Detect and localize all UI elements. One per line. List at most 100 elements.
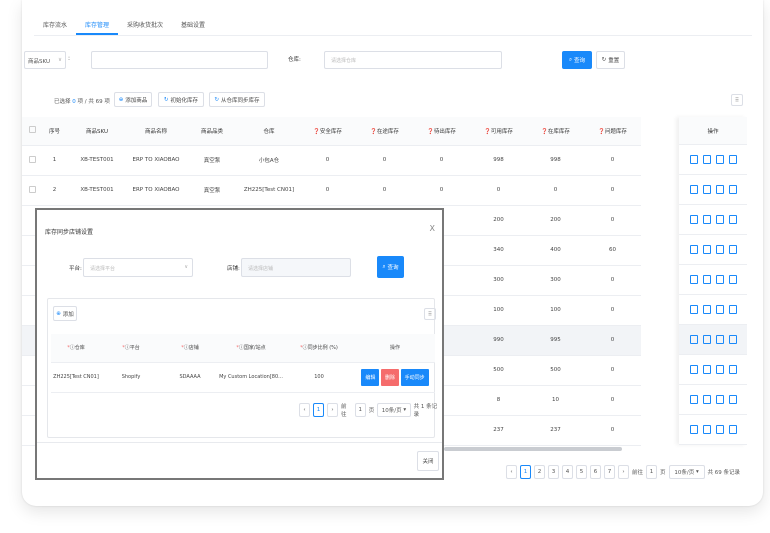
- page-3-button[interactable]: 3: [548, 465, 559, 479]
- chevron-down-icon: ∨: [184, 264, 188, 270]
- document-icon[interactable]: [702, 275, 711, 284]
- row-checkbox[interactable]: [22, 175, 42, 206]
- sync-stock-button[interactable]: ↻ 从仓库同步库存: [209, 92, 265, 107]
- dialog-pagination: ‹ 1 › 前往 1 页 10条/页 ▾ 共 1 条记录: [299, 402, 442, 418]
- page-7-button[interactable]: 7: [604, 465, 615, 479]
- copy-icon[interactable]: [728, 215, 737, 224]
- page-5-button[interactable]: 5: [576, 465, 587, 479]
- row-checkbox[interactable]: [22, 145, 42, 176]
- document-icon[interactable]: [702, 155, 711, 164]
- table-cell: 237: [527, 415, 584, 446]
- page-4-button[interactable]: 4: [562, 465, 573, 479]
- trash-icon[interactable]: [715, 185, 724, 194]
- copy-icon[interactable]: [728, 305, 737, 314]
- tab-basic-settings[interactable]: 基础设置: [172, 16, 214, 35]
- sync-table: *ⓘ仓库 *ⓘ平台 *ⓘ店铺 *ⓘ国家/站点 *ⓘ同步比例 (%) 操作 ZH2…: [51, 334, 435, 393]
- warehouse-select[interactable]: 请选择仓库: [324, 51, 502, 69]
- edit-icon[interactable]: [689, 335, 698, 344]
- trash-icon[interactable]: [715, 275, 724, 284]
- goto-page-input[interactable]: 1: [354, 403, 366, 417]
- platform-select[interactable]: 请选择平台 ∨: [83, 258, 193, 277]
- trash-icon[interactable]: [715, 245, 724, 254]
- edit-icon[interactable]: [689, 155, 698, 164]
- trash-icon[interactable]: [715, 155, 724, 164]
- trash-icon[interactable]: [715, 335, 724, 344]
- edit-icon[interactable]: [689, 215, 698, 224]
- column-settings-icon[interactable]: ⠿: [731, 94, 743, 106]
- page-1-button[interactable]: 1: [520, 465, 531, 479]
- document-icon[interactable]: [702, 335, 711, 344]
- close-icon[interactable]: X: [430, 224, 435, 233]
- column-settings-icon[interactable]: ⠿: [424, 308, 436, 320]
- row-actions: [679, 295, 747, 325]
- row-actions: [679, 355, 747, 385]
- next-page-button[interactable]: ›: [618, 465, 629, 479]
- dialog-close-button[interactable]: 关闭: [417, 451, 439, 471]
- edit-icon[interactable]: [689, 365, 698, 374]
- copy-icon[interactable]: [728, 155, 737, 164]
- select-all-checkbox[interactable]: [22, 117, 42, 146]
- sku-type-select[interactable]: 商品SKU ∨: [24, 51, 66, 69]
- add-product-button[interactable]: ⊕ 添加商品: [114, 92, 152, 107]
- edit-button[interactable]: 编辑: [361, 368, 380, 386]
- table-cell: 小包A仓: [239, 145, 299, 176]
- help-icon: ❓: [370, 128, 377, 135]
- tab-stock-flow[interactable]: 库存流水: [34, 16, 76, 35]
- goto-page-input[interactable]: 1: [646, 465, 658, 479]
- document-icon[interactable]: [702, 245, 711, 254]
- copy-icon[interactable]: [728, 185, 737, 194]
- sku-input[interactable]: [91, 51, 268, 69]
- search-button[interactable]: ⌕ 查询: [562, 51, 592, 69]
- table-cell: ERP TO XIAOBAO: [127, 175, 185, 206]
- document-icon[interactable]: [702, 395, 711, 404]
- manual-sync-button[interactable]: 手动同步: [400, 368, 429, 386]
- edit-icon[interactable]: [689, 185, 698, 194]
- prev-page-button[interactable]: ‹: [506, 465, 517, 479]
- edit-icon[interactable]: [689, 395, 698, 404]
- dialog-add-button[interactable]: ⊕ 添加: [53, 306, 77, 321]
- trash-icon[interactable]: [715, 395, 724, 404]
- table-cell: 340: [470, 235, 527, 266]
- document-icon[interactable]: [702, 365, 711, 374]
- page-6-button[interactable]: 6: [590, 465, 601, 479]
- next-page-button[interactable]: ›: [327, 403, 338, 417]
- document-icon[interactable]: [702, 305, 711, 314]
- tab-stock-management[interactable]: 库存管理: [76, 16, 119, 35]
- trash-icon[interactable]: [715, 305, 724, 314]
- page-1-button[interactable]: 1: [313, 403, 324, 417]
- document-icon[interactable]: [702, 185, 711, 194]
- delete-button[interactable]: 删除: [380, 368, 399, 386]
- edit-icon[interactable]: [689, 425, 698, 434]
- edit-icon[interactable]: [689, 245, 698, 254]
- dialog-search-button[interactable]: ⌕ 查询: [377, 256, 404, 278]
- horizontal-scrollbar[interactable]: [444, 447, 622, 451]
- copy-icon[interactable]: [728, 365, 737, 374]
- edit-icon[interactable]: [689, 305, 698, 314]
- copy-icon[interactable]: [728, 275, 737, 284]
- table-cell: 0: [584, 385, 641, 416]
- trash-icon[interactable]: [715, 215, 724, 224]
- table-header-row: *ⓘ仓库 *ⓘ平台 *ⓘ店铺 *ⓘ国家/站点 *ⓘ同步比例 (%) 操作: [51, 334, 435, 363]
- store-label: 店铺:: [227, 266, 240, 272]
- trash-icon[interactable]: [715, 365, 724, 374]
- document-icon[interactable]: [702, 215, 711, 224]
- page-size-select[interactable]: 10条/页 ▾: [377, 403, 411, 417]
- table-cell: 0: [356, 145, 413, 176]
- tab-purchase-batch[interactable]: 采购收货批次: [118, 16, 172, 35]
- page-size-select[interactable]: 10条/页 ▾: [668, 465, 705, 479]
- trash-icon[interactable]: [715, 425, 724, 434]
- init-stock-button[interactable]: ↻ 初始化库存: [158, 92, 204, 107]
- plus-circle-icon: ⊕: [118, 96, 124, 103]
- copy-icon[interactable]: [728, 245, 737, 254]
- reset-button[interactable]: ↻ 重置: [596, 51, 625, 69]
- store-select[interactable]: 请选择店铺: [241, 258, 351, 277]
- prev-page-button[interactable]: ‹: [299, 403, 310, 417]
- page-2-button[interactable]: 2: [534, 465, 545, 479]
- copy-icon[interactable]: [728, 395, 737, 404]
- table-cell: XB-TEST001: [67, 145, 127, 176]
- copy-icon[interactable]: [728, 425, 737, 434]
- refresh-icon: ↻: [163, 96, 169, 103]
- edit-icon[interactable]: [689, 275, 698, 284]
- copy-icon[interactable]: [728, 335, 737, 344]
- document-icon[interactable]: [702, 425, 711, 434]
